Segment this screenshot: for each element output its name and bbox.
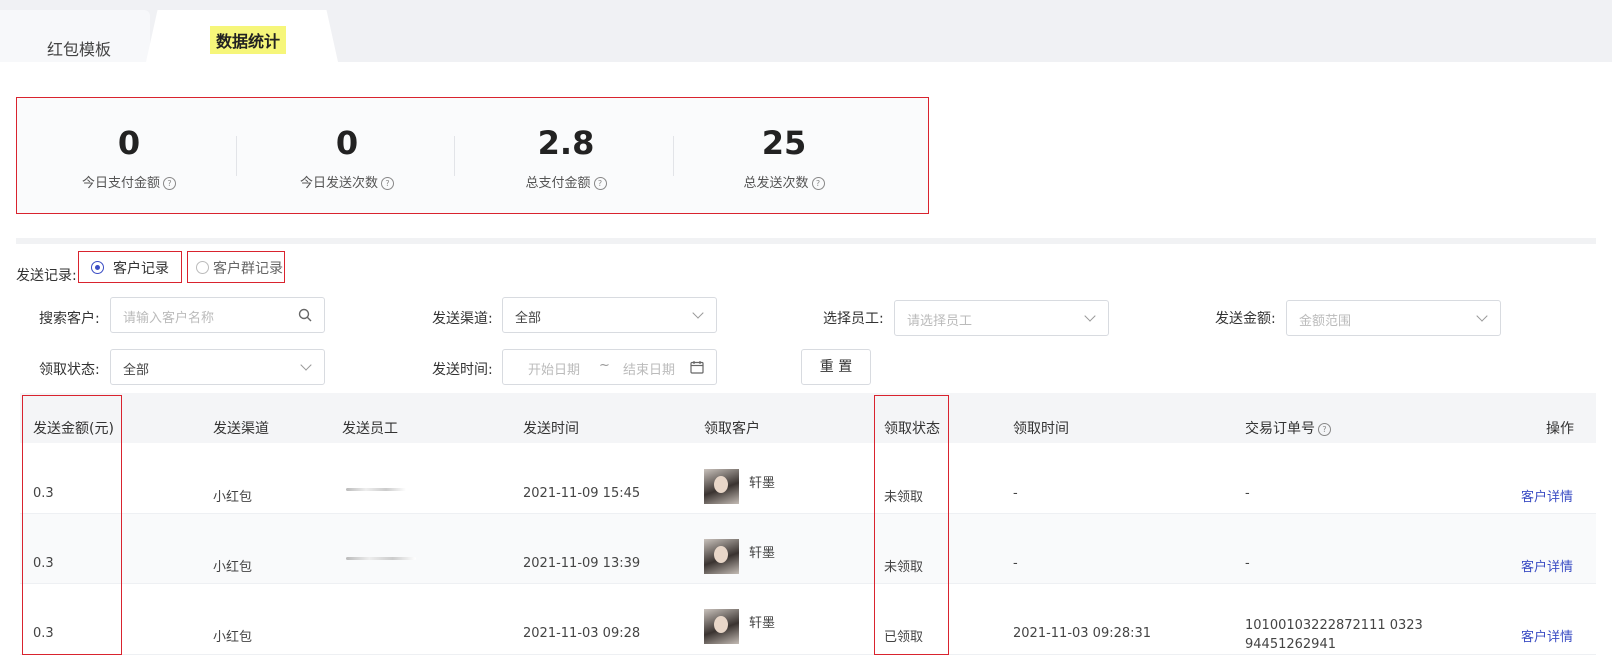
cell-customer: 轩墨 [749,546,776,561]
radio-checked-icon [91,261,104,274]
stat-value: 0 [335,124,359,162]
end-date-input[interactable]: 结束日期 [623,359,675,378]
radio-label: 客户群记录 [213,261,283,277]
cell-claim-time: - [1013,486,1018,501]
customer-detail-link[interactable]: 客户详情 [1521,486,1573,505]
col-header-order-no: 交易订单号? [1245,418,1331,438]
send-time-label: 发送时间: [432,362,493,378]
radio-label: 客户记录 [113,261,169,277]
radio-customer-record[interactable]: 客户记录 [78,251,182,283]
cell-channel: 小红包 [213,490,253,505]
cell-send-time: 2021-11-09 13:39 [523,556,641,571]
customer-detail-link[interactable]: 客户详情 [1521,626,1573,645]
stat-today-pay-amount: 0 今日支付金额? [17,98,241,215]
cell-order-no: - [1245,486,1250,501]
employee-redacted [346,557,416,560]
status-label: 领取状态: [39,362,100,378]
col-header-customer: 领取客户 [704,421,760,437]
stat-value: 2.8 [537,124,595,162]
tab-label: 数据统计 [210,26,287,54]
radio-unchecked-icon [196,261,209,274]
channel-label: 发送渠道: [432,311,493,327]
cell-channel: 小红包 [213,560,253,575]
radio-group-record[interactable]: 客户群记录 [187,251,285,283]
employee-select[interactable]: 请选择员工 [894,300,1109,336]
col-header-claim-time: 领取时间 [1013,421,1069,437]
select-placeholder: 金额范围 [1299,314,1352,329]
cell-claim-time: 2021-11-03 09:28:31 [1013,626,1152,641]
search-icon[interactable] [298,308,312,322]
col-header-channel: 发送渠道 [213,421,269,437]
tab-label: 红包模板 [47,40,112,59]
table-row: 0.3 小红包 2021-11-03 09:28 轩墨 已领取 2021-11-… [20,584,1596,655]
reset-button[interactable]: 重 置 [801,349,871,385]
stat-label: 总支付金额? [454,172,678,191]
search-customer-label: 搜索客户: [39,311,100,327]
col-header-action: 操作 [1546,421,1574,437]
select-value: 全部 [123,363,150,378]
cell-order-no: - [1245,556,1250,571]
calendar-icon [690,361,704,374]
date-range-picker[interactable]: 开始日期 ~ 结束日期 [502,349,717,385]
channel-select[interactable]: 全部 [502,297,717,333]
chevron-down-icon [692,307,704,319]
stat-total-pay-amount: 2.8 总支付金额? [454,98,678,215]
input-placeholder: 请输入客户名称 [123,311,215,326]
avatar [704,539,739,574]
cell-channel: 小红包 [213,630,253,645]
chevron-down-icon [300,359,312,371]
select-placeholder: 请选择员工 [907,314,973,329]
cell-order-no-line2: 94451262941 [1245,637,1336,652]
amount-select[interactable]: 金额范围 [1286,300,1501,336]
status-select[interactable]: 全部 [110,349,325,385]
chevron-down-icon [1476,310,1488,322]
amount-label: 发送金额: [1215,311,1276,327]
stat-label: 今日支付金额? [17,172,241,191]
annotation-box-status [874,395,949,655]
tab-data-statistics[interactable]: 数据统计 [146,10,338,62]
stat-label: 总发送次数? [672,172,896,191]
employee-label: 选择员工: [823,311,884,327]
col-header-send-time: 发送时间 [523,421,579,437]
avatar [704,609,739,644]
employee-redacted [346,488,406,491]
stat-total-send-count: 25 总发送次数? [672,98,896,215]
cell-order-no: 10100103222872111 0323 [1245,618,1423,633]
stat-label: 今日发送次数? [235,172,459,191]
stat-value: 0 [117,124,141,162]
cell-send-time: 2021-11-09 15:45 [523,486,641,501]
tab-redpacket-template[interactable]: 红包模板 [0,10,150,62]
chevron-down-icon [1084,310,1096,322]
table-row: 0.3 小红包 2021-11-09 15:45 轩墨 未领取 - - 客户详情 [20,444,1596,514]
cell-claim-time: - [1013,556,1018,571]
record-type-label: 发送记录: [16,268,77,284]
stat-today-send-count: 0 今日发送次数? [235,98,459,215]
cell-customer: 轩墨 [749,616,776,631]
table-row: 0.3 小红包 2021-11-09 13:39 轩墨 未领取 - - 客户详情 [20,514,1596,584]
cell-send-time: 2021-11-03 09:28 [523,626,641,641]
stat-value: 25 [761,124,807,162]
section-divider [16,238,1596,244]
help-circle-icon[interactable]: ? [593,177,607,190]
search-customer-input[interactable]: 请输入客户名称 [110,297,325,333]
col-header-employee: 发送员工 [342,421,398,437]
customer-detail-link[interactable]: 客户详情 [1521,556,1573,575]
cell-customer: 轩墨 [749,476,776,491]
select-value: 全部 [515,311,542,326]
help-circle-icon[interactable]: ? [381,177,394,190]
help-circle-icon[interactable]: ? [811,177,825,190]
avatar [704,469,739,504]
help-circle-icon[interactable]: ? [163,177,176,190]
help-circle-icon[interactable]: ? [1318,422,1331,436]
stats-panel: 0 今日支付金额? 0 今日发送次数? 2.8 总支付金额? 25 总发送次数? [16,97,929,214]
annotation-box-amount [22,395,122,655]
start-date-input[interactable]: 开始日期 [528,359,580,378]
date-separator: ~ [599,358,610,373]
